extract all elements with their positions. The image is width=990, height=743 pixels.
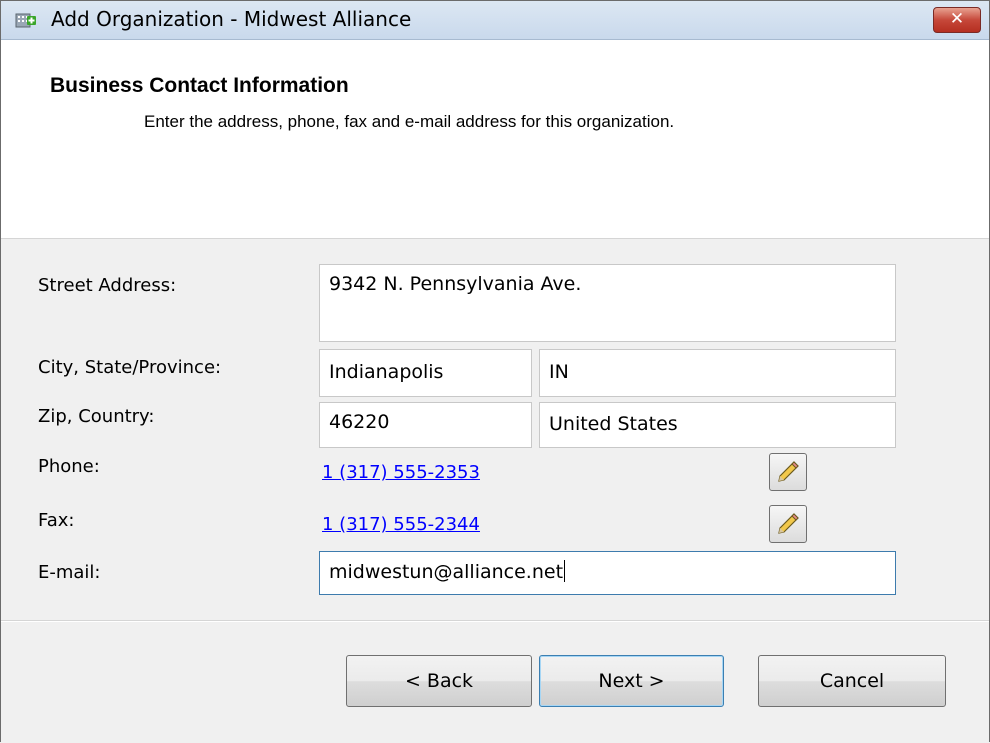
pencil-icon: [778, 461, 799, 482]
city-state-label: City, State/Province:: [38, 357, 222, 378]
email-value: midwestun@alliance.net: [329, 561, 564, 583]
zip-country-label: Zip, Country:: [38, 406, 155, 427]
fax-link[interactable]: 1 (317) 555-2344: [322, 514, 480, 535]
street-address-label: Street Address:: [38, 275, 177, 296]
phone-link[interactable]: 1 (317) 555-2353: [322, 462, 480, 483]
page-subtitle: Enter the address, phone, fax and e-mail…: [144, 112, 675, 131]
page-title: Business Contact Information: [50, 74, 349, 97]
wizard-header: Business Contact Information Enter the a…: [1, 40, 989, 239]
close-button[interactable]: ✕: [933, 7, 981, 33]
phone-label: Phone:: [38, 456, 100, 477]
city-field[interactable]: Indianapolis: [319, 349, 532, 397]
zip-field[interactable]: 46220: [319, 402, 532, 448]
email-label: E-mail:: [38, 562, 101, 583]
close-icon: ✕: [949, 9, 965, 29]
title-bar[interactable]: Add Organization - Midwest Alliance ✕: [1, 1, 989, 40]
cancel-button[interactable]: Cancel: [758, 655, 946, 707]
window-title: Add Organization - Midwest Alliance: [51, 7, 412, 31]
organization-icon: [15, 13, 36, 28]
street-address-field[interactable]: 9342 N. Pennsylvania Ave.: [319, 264, 896, 342]
next-button[interactable]: Next >: [539, 655, 724, 707]
divider: [1, 620, 989, 622]
email-field[interactable]: midwestun@alliance.net: [319, 551, 896, 595]
edit-phone-button[interactable]: [769, 453, 807, 491]
dialog-window: Add Organization - Midwest Alliance ✕ Bu…: [0, 0, 990, 742]
country-field[interactable]: United States: [539, 402, 896, 448]
edit-fax-button[interactable]: [769, 505, 807, 543]
back-button[interactable]: < Back: [346, 655, 532, 707]
pencil-icon: [778, 513, 799, 534]
state-field[interactable]: IN: [539, 349, 896, 397]
fax-label: Fax:: [38, 510, 75, 531]
text-caret: [564, 560, 566, 582]
